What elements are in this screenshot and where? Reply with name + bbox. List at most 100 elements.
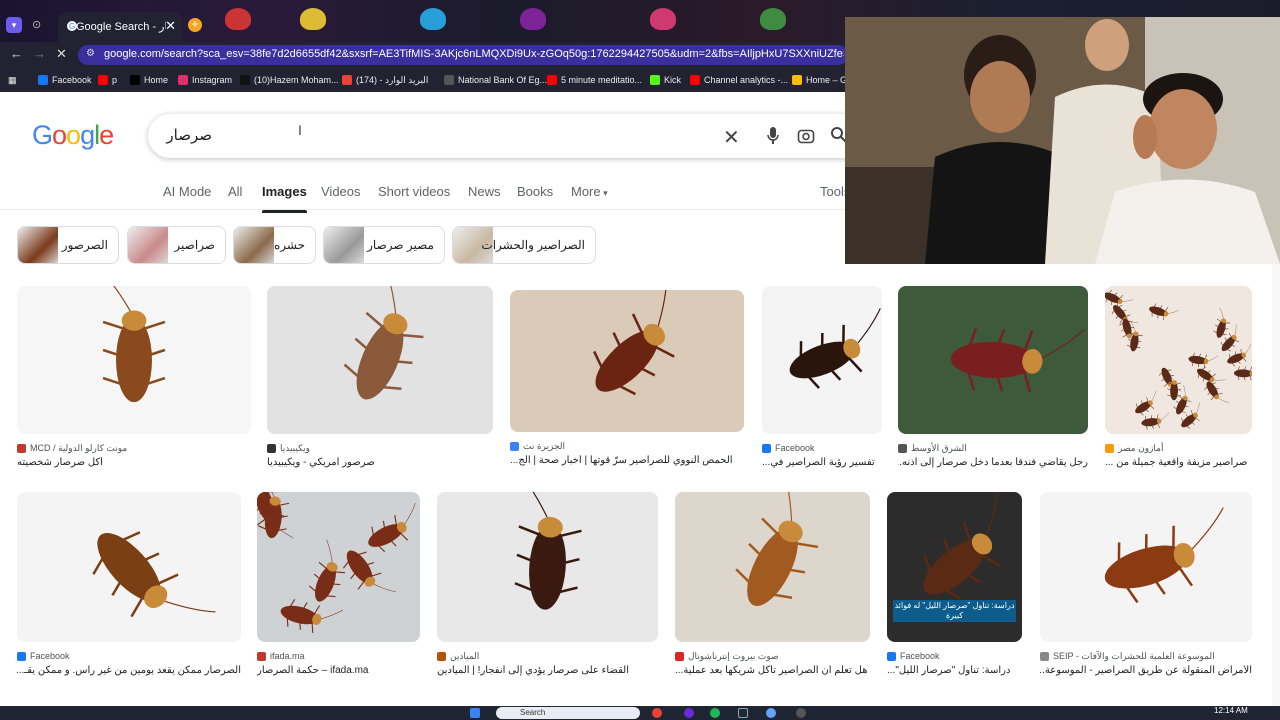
result-source[interactable]: MCD / مونت كارلو الدولية [17, 442, 127, 454]
result-image[interactable] [510, 290, 744, 432]
bookmark-item[interactable]: Kick [650, 73, 681, 87]
image-result[interactable]: أمازون مصر صراصير مزيفة واقعية جميلة من .… [1105, 286, 1252, 474]
settings-icon[interactable] [766, 708, 776, 718]
result-caption[interactable]: القضاء على صرصار يؤدي إلى انفجار! | المي… [437, 665, 658, 676]
bookmark-item[interactable]: National Bank Of Eg... [444, 73, 547, 87]
result-source[interactable]: ويكيبيديا [267, 442, 310, 454]
chip-item[interactable]: حشره [233, 226, 316, 264]
chrome-icon[interactable] [652, 708, 662, 718]
result-source[interactable]: صوت بيروت إنترناشونال [675, 650, 779, 662]
image-result[interactable]: SEIP - الموسوعة العلمية للحشرات والآفات ا… [1040, 492, 1252, 682]
forward-arrow-icon[interactable]: → [33, 46, 46, 61]
apps-icon[interactable]: ▦ [8, 73, 17, 87]
result-caption[interactable]: تفسير رؤية الصراصير في... [762, 457, 882, 468]
bookmark-item[interactable]: Home – Go [792, 73, 852, 87]
image-result[interactable]: صوت بيروت إنترناشونال هل تعلم أن الصراصير… [675, 492, 870, 682]
chip-item[interactable]: الصراصير والحشرات [452, 226, 596, 264]
search-box[interactable]: صرصار I ✕ [148, 114, 868, 158]
omnibox[interactable]: ⚙ google.com/search?sca_esv=38fe7d2d6655… [78, 45, 848, 65]
image-result[interactable]: MCD / مونت كارلو الدولية أكل صرصار شخصيته [17, 286, 251, 474]
result-source[interactable]: الجزيرة نت [510, 440, 565, 452]
result-caption[interactable]: الحمص النووي للصراصير سرّ قوتها | أخبار … [510, 455, 744, 466]
bookmark-item[interactable]: Instagram [178, 73, 232, 87]
result-caption[interactable]: ifada.ma – حكمة الصرصار [257, 665, 420, 676]
lens-camera-icon[interactable] [797, 127, 815, 145]
tab-search-icon[interactable]: ▾ [6, 17, 22, 33]
chip-item[interactable]: الصرصور [17, 226, 119, 264]
image-result[interactable]: دراسة: تناول "صرصار الليل" له فوائد كبير… [887, 492, 1022, 682]
result-source[interactable]: Facebook [762, 442, 815, 454]
image-result[interactable]: Facebook تفسير رؤية الصراصير في... [762, 286, 882, 474]
result-image[interactable] [762, 286, 882, 434]
search-query[interactable]: صرصار [166, 126, 212, 144]
back-arrow-icon[interactable]: ← [10, 46, 23, 61]
result-source[interactable]: الشرق الأوسط [898, 442, 967, 454]
result-image[interactable] [17, 286, 251, 434]
result-caption[interactable]: رجل يقاضي فندقاً بعدما دخل صرصار إلى أذن… [898, 457, 1088, 468]
source-favicon-icon [762, 443, 771, 453]
image-result[interactable]: ويكيبيديا صرصور أمريكي - ويكيبيديا [267, 286, 493, 474]
result-caption[interactable]: صراصير مزيفة واقعية جميلة من ... [1105, 457, 1252, 468]
result-image[interactable] [1040, 492, 1252, 642]
close-tab-icon[interactable]: ✕ [165, 18, 176, 34]
image-result[interactable]: Facebook الصرصار ممكن يقعد يومين من غير ر… [17, 492, 241, 682]
result-image[interactable] [1105, 286, 1252, 434]
result-source[interactable]: Facebook [887, 650, 940, 662]
result-caption[interactable]: الصرصار ممكن يقعد يومين من غير راس. و مم… [17, 665, 241, 676]
app-icon[interactable] [684, 708, 694, 718]
bookmark-item[interactable]: Facebook [38, 73, 92, 87]
pinned-tab-icon[interactable]: ⊙ [32, 18, 41, 31]
image-result[interactable]: الشرق الأوسط رجل يقاضي فندقاً بعدما دخل ص… [898, 286, 1088, 474]
result-caption[interactable]: دراسة: تناول "صرصار الليل"... [887, 665, 1022, 676]
bookmark-item[interactable]: (10)Hazem Moham... [240, 73, 339, 87]
spotify-icon[interactable] [710, 708, 720, 718]
chip-item[interactable]: مصير صرصار [323, 226, 445, 264]
windows-start-icon[interactable] [470, 708, 480, 718]
image-result[interactable]: ifada.ma ifada.ma – حكمة الصرصار [257, 492, 420, 682]
result-image[interactable] [437, 492, 658, 642]
bookmark-item[interactable]: 5 minute meditatio... [547, 73, 642, 87]
bookmark-item[interactable]: Channel analytics -... [690, 73, 788, 87]
google-logo[interactable]: Google [32, 120, 114, 151]
result-source[interactable]: أمازون مصر [1105, 442, 1163, 454]
bookmark-item[interactable]: (174) - البريد الوارد [342, 73, 428, 87]
bookmark-item[interactable]: Home [130, 73, 168, 87]
result-image[interactable] [675, 492, 870, 642]
tab-google-search[interactable]: G Google Search - صرصار ✕ [58, 12, 182, 42]
result-image[interactable] [17, 492, 241, 642]
result-caption[interactable]: أكل صرصار شخصيته [17, 457, 251, 468]
result-image[interactable]: دراسة: تناول "صرصار الليل" له فوائد كبير… [887, 492, 1022, 642]
result-image[interactable] [257, 492, 420, 642]
result-source[interactable]: Facebook [17, 650, 70, 662]
result-source[interactable]: ifada.ma [257, 650, 305, 662]
image-result[interactable]: الجزيرة نت الحمص النووي للصراصير سرّ قوته… [510, 290, 744, 472]
result-source[interactable]: الميادين [437, 650, 479, 662]
taskbar-search[interactable]: Search [496, 707, 640, 719]
tab-videos[interactable]: Videos [321, 184, 361, 199]
result-image[interactable] [267, 286, 493, 434]
tab-news[interactable]: News [468, 184, 501, 199]
chip-item[interactable]: صراصير [127, 226, 226, 264]
image-result[interactable]: الميادين القضاء على صرصار يؤدي إلى انفجار… [437, 492, 658, 682]
stop-loading-icon[interactable]: ✕ [56, 46, 67, 62]
site-info-icon[interactable]: ⚙ [86, 48, 95, 59]
result-image[interactable] [898, 286, 1088, 434]
steam-icon[interactable] [738, 708, 748, 718]
cockroach-image [789, 308, 881, 389]
tab-short-videos[interactable]: Short videos [378, 184, 450, 199]
tab-books[interactable]: Books [517, 184, 553, 199]
tab-images[interactable]: Images [262, 184, 307, 213]
cockroach-image [593, 290, 675, 396]
obs-icon[interactable] [796, 708, 806, 718]
result-source[interactable]: SEIP - الموسوعة العلمية للحشرات والآفات [1040, 650, 1215, 662]
microphone-icon[interactable] [766, 126, 780, 146]
new-tab-button[interactable]: + [188, 18, 202, 32]
result-caption[interactable]: الأمراض المنقولة عن طريق الصراصير - المو… [1040, 665, 1252, 676]
tab-all[interactable]: All [228, 184, 242, 199]
tab-ai-mode[interactable]: AI Mode [163, 184, 211, 199]
result-caption[interactable]: صرصور أمريكي - ويكيبيديا [267, 457, 493, 468]
bookmark-item[interactable]: p [98, 73, 117, 87]
result-caption[interactable]: هل تعلم أن الصراصير تأكل شريكها بعد عملي… [675, 665, 870, 676]
clear-icon[interactable]: ✕ [723, 125, 740, 150]
tab-more[interactable]: More ▾ [571, 184, 608, 199]
